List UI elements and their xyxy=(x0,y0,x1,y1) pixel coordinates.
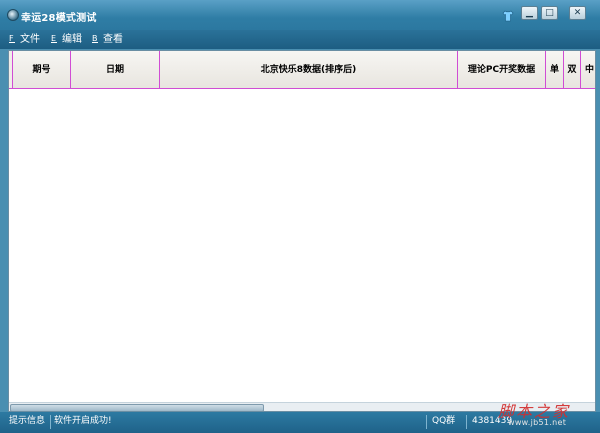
status-separator xyxy=(466,415,467,429)
column-header-period[interactable]: 期号 xyxy=(13,51,71,89)
qq-group-label: QQ群 xyxy=(432,416,456,426)
menu-view[interactable]: B 查看 xyxy=(92,33,123,46)
window-title: 幸运28模式测试 xyxy=(21,13,97,24)
scrollbar-thumb[interactable] xyxy=(10,404,264,411)
status-separator xyxy=(426,415,427,429)
app-icon xyxy=(7,9,19,21)
main-window: 幸运28模式测试 ▁ □ ✕ F 文件 E 编辑 B 查看 期号 日期 北京快乐8数据… xyxy=(0,0,600,433)
column-header-odd[interactable]: 单 xyxy=(546,51,564,89)
status-label: 提示信息 xyxy=(9,416,46,426)
column-header-even[interactable]: 双 xyxy=(564,51,581,89)
status-message: 软件开启成功! xyxy=(54,416,112,426)
column-header-pc-data[interactable]: 理论PC开奖数据 xyxy=(458,51,546,89)
menu-file-accelerator: F xyxy=(9,34,15,43)
title-bar[interactable]: 幸运28模式测试 ▁ □ ✕ xyxy=(0,0,600,30)
column-header-date[interactable]: 日期 xyxy=(71,51,160,89)
menu-bar: F 文件 E 编辑 B 查看 xyxy=(0,30,600,49)
minimize-button[interactable]: ▁ xyxy=(521,6,538,20)
status-separator xyxy=(50,415,51,429)
column-header-middle[interactable]: 中 xyxy=(581,51,595,89)
close-button[interactable]: ✕ xyxy=(569,6,586,20)
menu-file-label: 文件 xyxy=(20,34,40,45)
skin-icon[interactable] xyxy=(502,10,514,22)
menu-edit[interactable]: E 编辑 xyxy=(51,33,82,46)
menu-view-label: 查看 xyxy=(103,34,123,45)
close-icon: ✕ xyxy=(573,8,582,18)
watermark: 脚本之家 www.jb51.net xyxy=(498,398,598,432)
menu-edit-accelerator: E xyxy=(51,34,57,43)
data-grid[interactable]: 期号 日期 北京快乐8数据(排序后) 理论PC开奖数据 单 双 中 xyxy=(8,50,596,412)
minimize-icon: ▁ xyxy=(526,8,533,18)
watermark-url: www.jb51.net xyxy=(508,418,567,427)
menu-edit-label: 编辑 xyxy=(62,34,82,45)
maximize-button[interactable]: □ xyxy=(541,6,558,20)
menu-view-accelerator: B xyxy=(92,34,98,43)
menu-file[interactable]: F 文件 xyxy=(9,33,40,46)
maximize-icon: □ xyxy=(545,8,554,18)
column-header-kl8-data[interactable]: 北京快乐8数据(排序后) xyxy=(160,51,458,89)
grid-header: 期号 日期 北京快乐8数据(排序后) 理论PC开奖数据 单 双 中 xyxy=(9,51,595,89)
